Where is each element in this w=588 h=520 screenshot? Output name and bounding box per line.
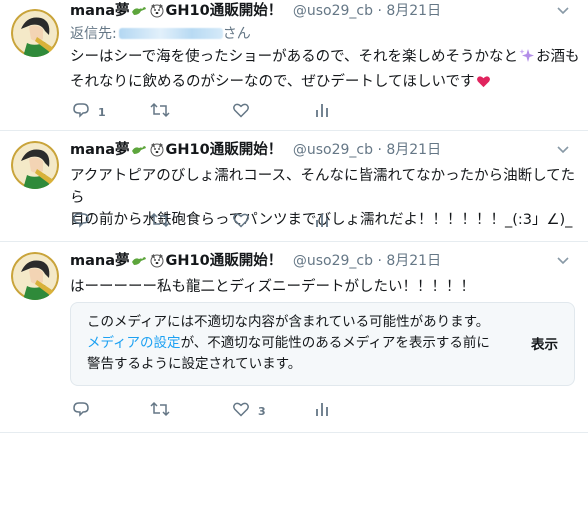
sparkles-emoji [519,48,535,71]
analytics-icon [314,211,330,233]
reply-to-user-redacted[interactable] [118,28,223,39]
tweet-text-line1: アクアトピアのびしょ濡れコース、そんなに皆濡れてなかったから油断してたら [70,168,576,206]
tweet-actions: 1 [70,102,350,122]
reply-icon [72,400,90,422]
reply-to-label: 返信先: [70,26,117,42]
tweet-text: シーはシーで海を使ったショーがあるので、それを楽しめそうかなと お酒も それなりに… [70,46,580,96]
user-name-tail[interactable]: GH10通販開始！ [166,3,283,19]
like-icon [232,101,250,123]
like-icon [232,211,250,233]
media-warning-line2: が、不適切な可能性のあるメディアを表示する前に [180,335,490,351]
tweet-actions: 3 [70,401,350,421]
show-media-button[interactable]: 表示 [531,333,558,353]
tweet-text-line1-tail: お酒も [536,49,580,65]
chevron-down-icon[interactable] [554,251,572,269]
tweet[interactable]: mana夢 GH10通販開始！ @uso29_cb · 8月21日 はーーーーー私… [0,242,588,432]
media-warning-line1: このメディアには不適切な内容が含まれている可能性があります。 [87,314,490,330]
media-warning-text: このメディアには不適切な内容が含まれている可能性があります。 メディアの設定が、… [87,312,517,375]
tweet-header: mana夢 GH10通販開始！ @uso29_cb · 8月21日 [70,140,580,163]
like-button[interactable] [232,102,258,122]
user-handle[interactable]: @uso29_cb [293,3,373,19]
croc-emoji [131,2,147,24]
dog-emoji [149,252,165,274]
meta-separator: · [377,142,382,158]
dog-emoji [149,141,165,163]
tweet-header: mana夢 GH10通販開始！ @uso29_cb · 8月21日 [70,251,580,274]
retweet-button[interactable] [150,212,178,232]
like-button[interactable]: 3 [232,401,266,421]
reply-button[interactable] [72,212,98,232]
analytics-button[interactable] [314,401,330,421]
tweet[interactable]: mana夢 GH10通販開始！ @uso29_cb · 8月21日 返信先: さん … [0,0,588,130]
tweet-date[interactable]: 8月21日 [386,3,441,19]
chevron-down-icon[interactable] [554,1,572,19]
tweet-actions [70,212,350,232]
reply-button[interactable] [72,401,98,421]
tweet-divider [0,432,588,433]
user-name[interactable]: mana夢 [70,3,130,19]
retweet-icon [150,101,170,123]
heart-emoji [476,74,491,96]
croc-emoji [131,252,147,274]
reply-icon [72,101,90,123]
like-icon [232,400,250,422]
sensitive-media-warning: このメディアには不適切な内容が含まれている可能性があります。 メディアの設定が、… [70,302,575,386]
retweet-icon [150,400,170,422]
dog-emoji [149,2,165,24]
user-name-tail[interactable]: GH10通販開始！ [166,142,283,158]
analytics-button[interactable] [314,102,330,122]
reply-icon [72,211,90,233]
meta-separator: · [377,253,382,269]
reply-to-suffix: さん [222,26,251,42]
avatar[interactable] [11,9,59,57]
reply-count: 1 [98,105,106,119]
croc-emoji [131,141,147,163]
tweet-date[interactable]: 8月21日 [386,253,441,269]
reply-button[interactable]: 1 [72,102,106,122]
retweet-button[interactable] [150,401,178,421]
tweet[interactable]: mana夢 GH10通販開始！ @uso29_cb · 8月21日 アクアトピアの… [0,131,588,241]
media-settings-link[interactable]: メディアの設定 [87,335,181,351]
analytics-icon [314,400,330,422]
avatar[interactable] [11,252,59,300]
media-warning-line3: 警告するように設定されています。 [87,356,302,372]
tweet-text-line2: それなりに飲めるのがシーなので、ぜひデートしてほしいです [70,74,475,90]
user-name[interactable]: mana夢 [70,142,130,158]
user-handle[interactable]: @uso29_cb [293,253,373,269]
avatar[interactable] [11,141,59,189]
tweet-date[interactable]: 8月21日 [386,142,441,158]
user-handle[interactable]: @uso29_cb [293,142,373,158]
chevron-down-icon[interactable] [554,140,572,158]
reply-to-line: 返信先: さん [70,24,580,44]
tweet-header: mana夢 GH10通販開始！ @uso29_cb · 8月21日 [70,1,580,24]
retweet-button[interactable] [150,102,178,122]
meta-separator: · [377,3,382,19]
retweet-icon [150,211,170,233]
tweet-text-line1: はーーーーー私も龍二とディズニーデートがしたい！！！！！ [70,279,475,295]
tweet-text: はーーーーー私も龍二とディズニーデートがしたい！！！！！ [70,276,580,298]
like-button[interactable] [232,212,258,232]
user-name[interactable]: mana夢 [70,253,130,269]
tweet-text-line1: シーはシーで海を使ったショーがあるので、それを楽しめそうかなと [70,49,519,65]
user-name-tail[interactable]: GH10通販開始！ [166,253,283,269]
analytics-icon [314,101,330,123]
like-count: 3 [258,404,266,418]
analytics-button[interactable] [314,212,330,232]
